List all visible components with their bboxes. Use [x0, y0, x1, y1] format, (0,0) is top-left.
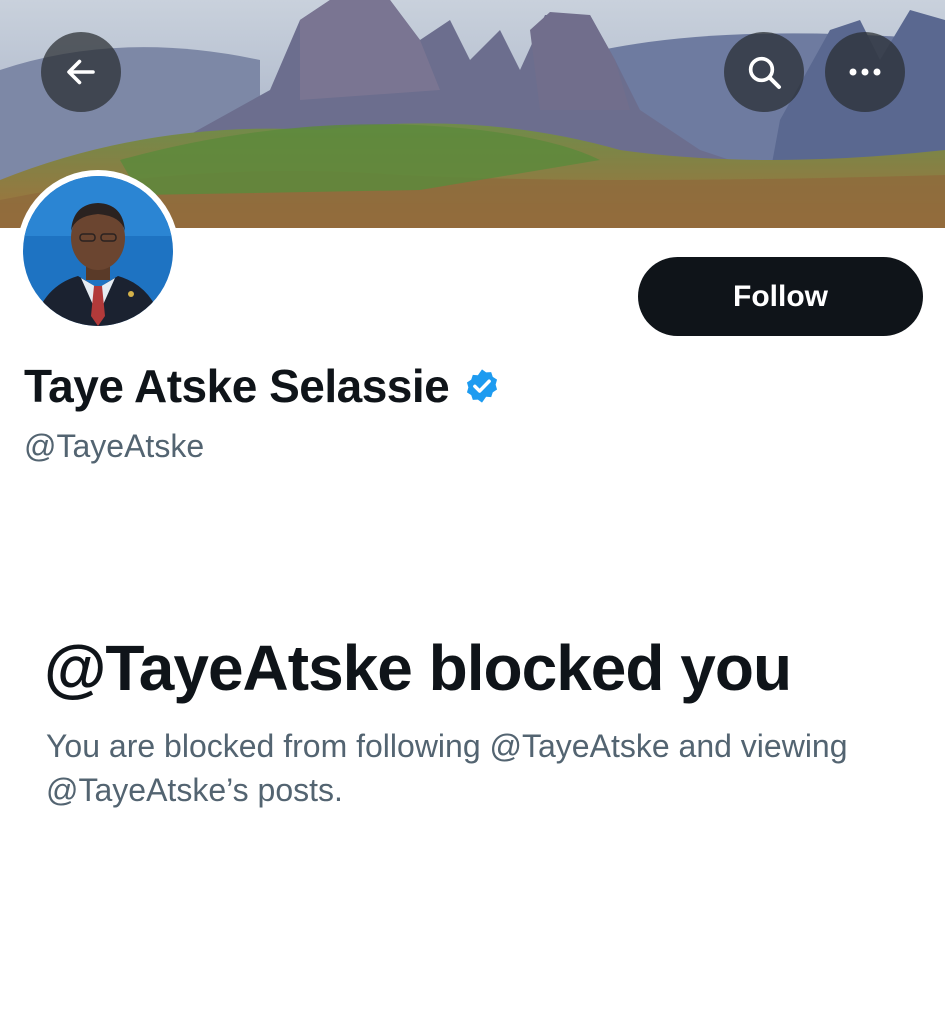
display-name: Taye Atske Selassie — [24, 360, 450, 412]
more-options-button[interactable] — [825, 32, 905, 112]
search-button[interactable] — [724, 32, 804, 112]
avatar[interactable] — [17, 170, 179, 332]
follow-button[interactable]: Follow — [638, 257, 923, 336]
blocked-title: @TayeAtske blocked you — [44, 632, 792, 704]
back-button[interactable] — [41, 32, 121, 112]
blocked-message: You are blocked from following @TayeAtsk… — [46, 728, 848, 808]
profile-handle: @TayeAtske — [24, 428, 205, 464]
more-horizontal-icon — [849, 68, 881, 76]
search-icon — [748, 56, 781, 89]
profile-name-row: Taye Atske Selassie — [24, 357, 501, 415]
verified-badge-icon[interactable] — [463, 367, 501, 405]
avatar-photo — [23, 176, 173, 326]
arrow-left-icon — [67, 59, 95, 85]
